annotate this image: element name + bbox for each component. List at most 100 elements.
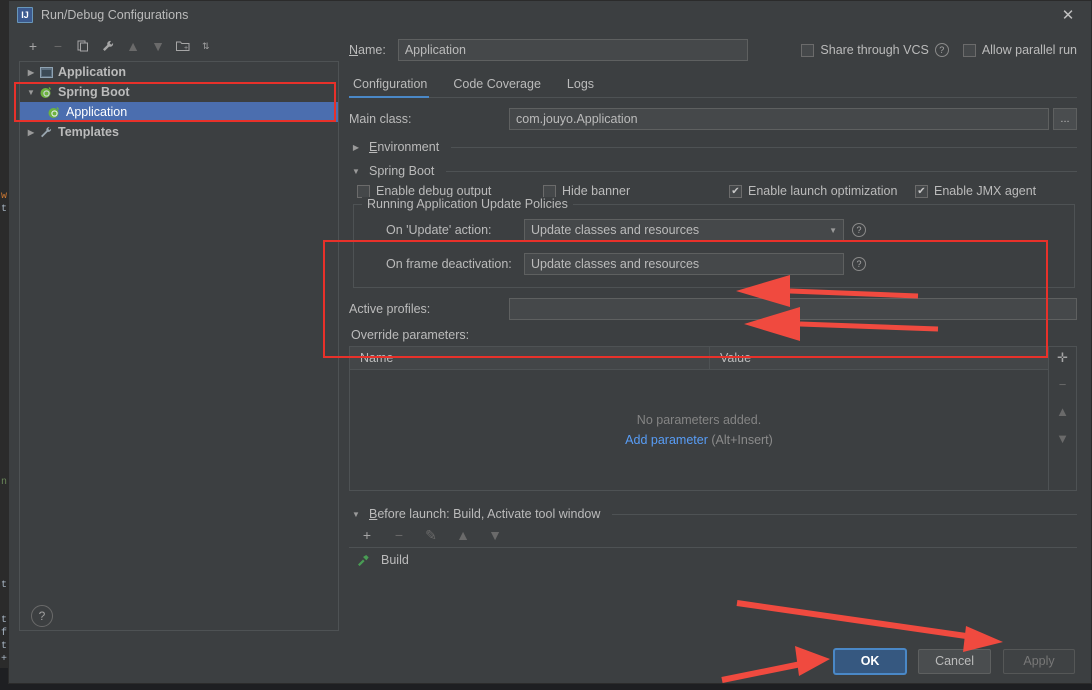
hide-banner-checkbox[interactable]: Hide banner: [543, 184, 729, 198]
tree-item-label: Templates: [58, 125, 119, 139]
main-class-input[interactable]: com.jouyo.Application: [509, 108, 1049, 130]
dialog-body: + − ▲ ▼ + ⇅ ▶ Application ▼ Spring Boot …: [9, 29, 1091, 639]
templates-icon: [38, 125, 54, 139]
share-through-vcs-checkbox[interactable]: Share through VCS ?: [801, 43, 949, 57]
enable-debug-output-checkbox[interactable]: Enable debug output: [357, 184, 543, 198]
cancel-button[interactable]: Cancel: [918, 648, 991, 674]
section-divider: [612, 513, 1077, 515]
name-input[interactable]: [397, 39, 748, 61]
on-update-action-combo[interactable]: Update classes and resources ▼: [524, 219, 844, 241]
on-update-action-row: On 'Update' action: Update classes and r…: [364, 219, 1064, 241]
enable-debug-output-label: Enable debug output: [376, 184, 492, 198]
allow-parallel-run-label: Allow parallel run: [981, 43, 1077, 57]
remove-configuration-button[interactable]: −: [50, 38, 66, 54]
name-label: Name:: [349, 43, 386, 57]
chevron-right-icon[interactable]: ▶: [24, 68, 38, 77]
tree-item-application-group[interactable]: ▶ Application: [20, 62, 338, 82]
tree-item-spring-boot-group[interactable]: ▼ Spring Boot: [20, 82, 338, 102]
before-launch-section-header[interactable]: ▼ Before launch: Build, Activate tool wi…: [349, 507, 1077, 521]
override-parameters-table-wrap: Name Value No parameters added. Add para…: [349, 346, 1077, 491]
active-profiles-row: Active profiles:: [349, 298, 1077, 320]
chevron-down-icon[interactable]: ▼: [349, 167, 363, 176]
task-move-down-button[interactable]: ▼: [487, 527, 503, 543]
before-launch-task-list[interactable]: Build: [349, 547, 1077, 571]
table-side-toolbar: ✛ − ▲ ▼: [1049, 346, 1077, 491]
edit-task-button[interactable]: ✎: [423, 527, 439, 543]
add-parameter-link[interactable]: Add parameter: [625, 433, 708, 447]
chevron-right-icon[interactable]: ▶: [349, 143, 363, 152]
enable-jmx-agent-checkbox[interactable]: Enable JMX agent: [915, 184, 1036, 198]
remove-parameter-button[interactable]: −: [1059, 378, 1067, 391]
column-header-value[interactable]: Value: [710, 347, 1048, 369]
section-divider: [446, 170, 1077, 172]
active-profiles-input[interactable]: [509, 298, 1077, 320]
remove-task-button[interactable]: −: [391, 527, 407, 543]
section-divider: [451, 146, 1077, 148]
combo-value: Update classes and resources: [531, 257, 700, 271]
create-folder-button[interactable]: +: [175, 38, 191, 54]
checkbox-box[interactable]: [962, 43, 976, 57]
tab-logs[interactable]: Logs: [563, 73, 606, 97]
configuration-tab-content: Main class: com.jouyo.Application ... ▶ …: [349, 98, 1077, 639]
run-debug-configurations-dialog: IJ Run/Debug Configurations ✕ + − ▲ ▼ + …: [8, 0, 1092, 684]
checkbox-box[interactable]: [801, 43, 815, 57]
enable-launch-optimization-checkbox[interactable]: Enable launch optimization: [729, 184, 915, 198]
environment-label: Environment: [369, 140, 440, 154]
question-mark-icon[interactable]: ?: [934, 43, 949, 57]
chevron-down-icon[interactable]: ▼: [349, 510, 363, 519]
allow-parallel-run-checkbox[interactable]: Allow parallel run: [962, 43, 1077, 57]
question-mark-icon[interactable]: ?: [852, 223, 866, 237]
build-hammer-icon: [355, 553, 371, 567]
chevron-right-icon[interactable]: ▶: [24, 128, 38, 137]
close-icon[interactable]: ✕: [1045, 1, 1091, 29]
sort-configurations-button[interactable]: ⇅: [200, 38, 216, 54]
enable-launch-optimization-label: Enable launch optimization: [748, 184, 898, 198]
ok-button[interactable]: OK: [834, 648, 907, 674]
spring-boot-icon: [38, 85, 54, 99]
running-application-update-policies-group: Running Application Update Policies On '…: [353, 197, 1075, 288]
on-frame-deactivation-combo[interactable]: Update classes and resources: [524, 253, 844, 275]
table-header-row: Name Value: [350, 347, 1048, 370]
tree-item-label: Spring Boot: [58, 85, 130, 99]
configurations-tree[interactable]: ▶ Application ▼ Spring Boot Application …: [19, 61, 339, 631]
add-configuration-button[interactable]: +: [25, 38, 41, 54]
add-parameter-button[interactable]: ✛: [1057, 351, 1068, 364]
environment-section-header[interactable]: ▶ Environment: [349, 140, 1077, 154]
svg-text:⇅: ⇅: [202, 41, 210, 51]
tab-configuration[interactable]: Configuration: [349, 73, 439, 98]
move-down-button[interactable]: ▼: [150, 38, 166, 54]
help-button[interactable]: ?: [31, 605, 53, 627]
checkbox-box[interactable]: [729, 184, 742, 198]
tree-item-spring-boot-application[interactable]: Application: [20, 102, 338, 122]
chevron-down-icon[interactable]: ▼: [829, 226, 837, 235]
checkbox-box[interactable]: [357, 184, 370, 198]
application-icon: [38, 65, 54, 79]
main-class-browse-button[interactable]: ...: [1053, 108, 1077, 130]
move-up-button[interactable]: ▲: [125, 38, 141, 54]
before-launch-task-label: Build: [381, 552, 409, 567]
edit-templates-wrench-icon[interactable]: [100, 38, 116, 54]
chevron-down-icon[interactable]: ▼: [24, 88, 38, 97]
checkbox-box[interactable]: [915, 184, 928, 198]
spring-boot-section-header[interactable]: ▼ Spring Boot: [349, 164, 1077, 178]
move-parameter-up-button[interactable]: ▲: [1056, 405, 1069, 418]
apply-button[interactable]: Apply: [1003, 648, 1075, 674]
on-frame-deactivation-row: On frame deactivation: Update classes an…: [364, 253, 1064, 275]
add-task-button[interactable]: +: [359, 527, 375, 543]
column-header-name[interactable]: Name: [350, 347, 710, 369]
task-move-up-button[interactable]: ▲: [455, 527, 471, 543]
question-mark-icon[interactable]: ?: [852, 257, 866, 271]
configuration-editor-panel: Name: Share through VCS ? Allow parallel…: [339, 29, 1091, 639]
tab-code-coverage[interactable]: Code Coverage: [449, 73, 553, 97]
tree-item-templates[interactable]: ▶ Templates: [20, 122, 338, 142]
move-parameter-down-button[interactable]: ▼: [1056, 432, 1069, 445]
tree-item-label: Application: [58, 65, 127, 79]
copy-configuration-button[interactable]: [75, 38, 91, 54]
checkbox-box[interactable]: [543, 184, 556, 198]
svg-text:+: +: [184, 45, 188, 52]
override-parameters-table[interactable]: Name Value No parameters added. Add para…: [349, 346, 1049, 491]
spring-boot-options: Enable debug output Hide banner Enable l…: [357, 184, 1077, 198]
tree-toolbar: + − ▲ ▼ + ⇅: [19, 33, 339, 59]
combo-value: Update classes and resources: [531, 223, 700, 237]
configurations-tree-panel: + − ▲ ▼ + ⇅ ▶ Application ▼ Spring Boot …: [9, 29, 339, 639]
